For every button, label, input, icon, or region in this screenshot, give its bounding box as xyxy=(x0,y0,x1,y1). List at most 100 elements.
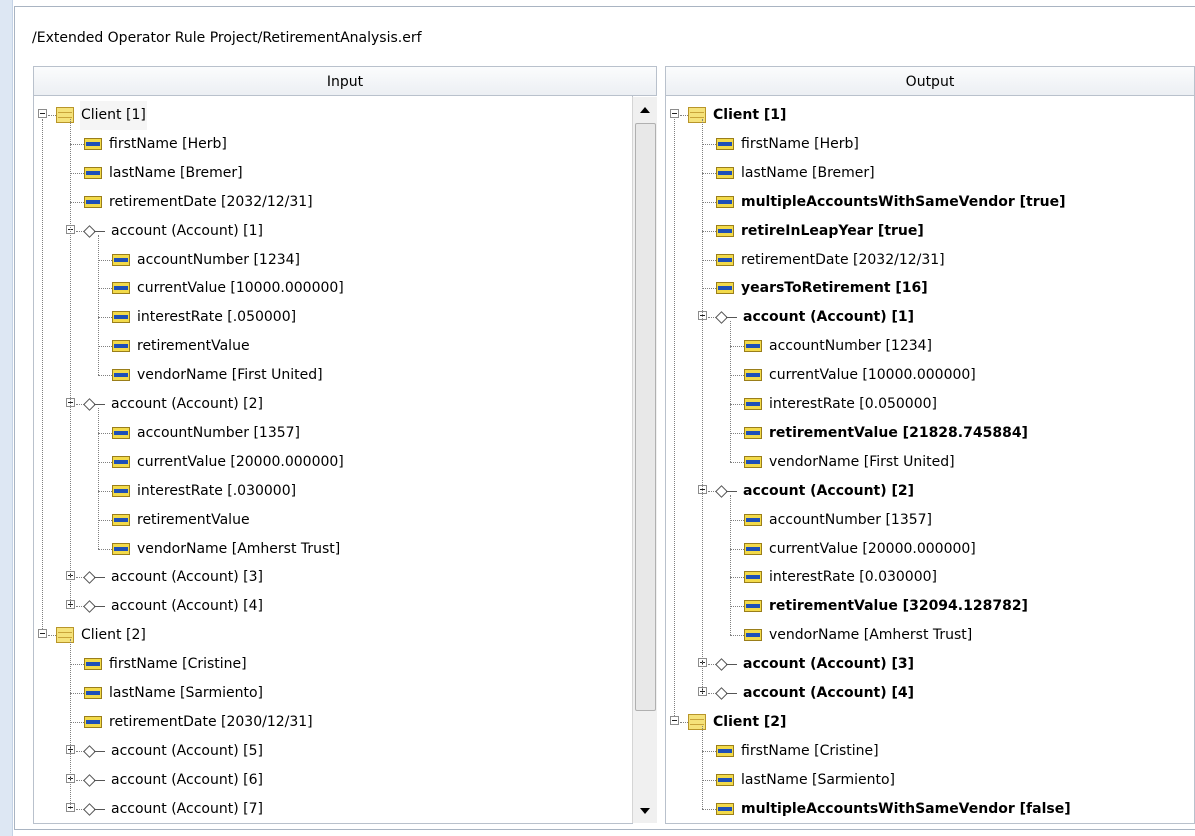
tree-node-label: account (Account) [2] xyxy=(111,396,263,412)
tree-row[interactable]: interestRate [0.030000] xyxy=(666,563,1194,592)
attribute-icon xyxy=(716,195,734,208)
collapse-icon[interactable] xyxy=(38,109,47,118)
tree-connector xyxy=(674,119,675,716)
association-icon xyxy=(83,570,106,585)
attribute-icon xyxy=(84,658,102,671)
tree-row[interactable]: retireInLeapYear [true] xyxy=(666,217,1194,246)
attribute-icon xyxy=(112,542,130,555)
tree-node-label: currentValue [20000.000000] xyxy=(769,540,976,557)
tree-connector xyxy=(730,577,744,579)
tree-row[interactable]: account (Account) [4] xyxy=(666,679,1194,708)
association-icon xyxy=(83,744,106,758)
tree-row[interactable]: retirementDate [2032/12/31] xyxy=(34,188,632,217)
tree-connector xyxy=(70,201,84,203)
tree-node-label: retirementDate [2032/12/31] xyxy=(741,251,945,268)
tree-connector xyxy=(48,635,56,637)
tree-row[interactable]: currentValue [20000.000000] xyxy=(666,535,1194,564)
tree-row[interactable]: account (Account) [6] xyxy=(34,766,632,795)
attribute-icon xyxy=(744,542,762,555)
scroll-thumb[interactable] xyxy=(635,123,656,711)
tree-row[interactable]: firstName [Herb] xyxy=(34,130,632,159)
tree-node-label: vendorName [Amherst Trust] xyxy=(137,540,341,557)
tree-row[interactable]: account (Account) [7] xyxy=(34,795,632,823)
tree-row[interactable]: account (Account) [3] xyxy=(666,650,1194,679)
tree-row[interactable]: account (Account) [4] xyxy=(34,592,632,621)
tree-row[interactable]: accountNumber [1234] xyxy=(666,332,1194,361)
tree-connector xyxy=(702,143,716,145)
tree-row[interactable]: lastName [Bremer] xyxy=(34,159,632,188)
tree-row[interactable]: retirementValue xyxy=(34,332,632,361)
output-tree[interactable]: Client [1] firstName [Herb] lastName [Brem… xyxy=(665,96,1195,824)
tree-row[interactable]: account (Account) [3] xyxy=(34,563,632,592)
tree-row[interactable]: retirementDate [2030/12/31] xyxy=(34,708,632,737)
tree-connector xyxy=(98,490,112,492)
attribute-icon xyxy=(716,744,734,757)
tree-row[interactable]: vendorName [Amherst Trust] xyxy=(34,535,632,564)
tree-node-label: account (Account) [7] xyxy=(111,800,263,817)
tree-row[interactable]: accountNumber [1357] xyxy=(34,419,632,448)
attribute-icon xyxy=(744,513,762,526)
tree-row[interactable]: lastName [Bremer] xyxy=(666,159,1194,188)
tree-row[interactable]: accountNumber [1234] xyxy=(34,246,632,275)
tree-row[interactable]: account (Account) [5] xyxy=(34,737,632,766)
collapse-icon[interactable] xyxy=(670,715,679,725)
tree-row[interactable]: interestRate [.030000] xyxy=(34,477,632,506)
tree-row[interactable]: retirementDate [2032/12/31] xyxy=(666,246,1194,275)
tree-row[interactable]: currentValue [10000.000000] xyxy=(34,274,632,303)
tree-row[interactable]: multipleAccountsWithSameVendor [false] xyxy=(666,795,1194,823)
tree-row[interactable]: account (Account) [2] xyxy=(34,390,632,419)
tree-connector xyxy=(680,115,688,116)
tree-row[interactable]: account (Account) [1] xyxy=(666,303,1194,332)
tree-node-label: account (Account) [1] xyxy=(743,309,915,326)
association-icon xyxy=(83,224,106,238)
tree-row[interactable]: multipleAccountsWithSameVendor [true] xyxy=(666,188,1194,217)
attribute-icon xyxy=(112,426,130,439)
tree-node-label: account (Account) [3] xyxy=(111,569,263,586)
tree-connector xyxy=(730,519,744,521)
collapse-icon[interactable] xyxy=(38,629,47,639)
tree-row[interactable]: currentValue [10000.000000] xyxy=(666,361,1194,390)
attribute-icon xyxy=(716,166,734,179)
scroll-up-button[interactable] xyxy=(633,100,657,120)
tree-row[interactable]: retirementValue [21828.745884] xyxy=(666,419,1194,448)
tree-row[interactable]: vendorName [First United] xyxy=(666,448,1194,477)
tree-row[interactable]: vendorName [Amherst Trust] xyxy=(666,621,1194,650)
tree-connector xyxy=(702,201,716,203)
input-scrollbar[interactable] xyxy=(632,97,657,823)
tree-row[interactable]: Client [2] xyxy=(666,708,1194,737)
tree-row[interactable]: interestRate [0.050000] xyxy=(666,390,1194,419)
collapse-icon[interactable] xyxy=(670,109,679,118)
tree-row[interactable]: currentValue [20000.000000] xyxy=(34,448,632,477)
scroll-down-button[interactable] xyxy=(633,801,657,821)
tree-node-label: account (Account) [4] xyxy=(111,598,263,615)
tree-node-label: currentValue [10000.000000] xyxy=(137,280,344,297)
tree-node-label: account (Account) [4] xyxy=(743,685,915,701)
tree-node-label: yearsToRetirement [16] xyxy=(741,280,928,297)
tree-row[interactable]: lastName [Sarmiento] xyxy=(666,766,1194,795)
tree-row[interactable]: account (Account) [1] xyxy=(34,217,632,246)
tree-row[interactable]: accountNumber [1357] xyxy=(666,506,1194,535)
attribute-icon xyxy=(716,253,734,266)
tree-row[interactable]: vendorName [First United] xyxy=(34,361,632,390)
tree-row[interactable]: Client [1] xyxy=(34,101,632,130)
tree-row[interactable]: account (Account) [2] xyxy=(666,477,1194,506)
tree-row[interactable]: Client [2] xyxy=(34,621,632,650)
tree-node-label: lastName [Sarmiento] xyxy=(741,771,895,788)
tree-row[interactable]: Client [1] xyxy=(666,101,1194,130)
tree-row[interactable]: interestRate [.050000] xyxy=(34,303,632,332)
input-tree[interactable]: Client [1] firstName [Herb] lastName [Brem… xyxy=(33,96,633,824)
tree-node-label: interestRate [0.030000] xyxy=(769,569,937,586)
tree-row[interactable]: firstName [Cristine] xyxy=(666,737,1194,766)
entity-folder-icon xyxy=(56,107,74,123)
tree-row[interactable]: retirementValue [32094.128782] xyxy=(666,592,1194,621)
tree-row[interactable]: retirementValue xyxy=(34,506,632,535)
tree-node-label: retirementDate [2032/12/31] xyxy=(109,193,313,210)
tree-node-label: account (Account) [2] xyxy=(743,482,915,499)
tree-row[interactable]: lastName [Sarmiento] xyxy=(34,679,632,708)
tree-node-label: multipleAccountsWithSameVendor [false] xyxy=(741,800,1071,817)
attribute-icon xyxy=(716,802,734,815)
tree-row[interactable]: firstName [Herb] xyxy=(666,130,1194,159)
tree-row[interactable]: firstName [Cristine] xyxy=(34,650,632,679)
tree-node-label: accountNumber [1234] xyxy=(137,251,301,268)
tree-row[interactable]: yearsToRetirement [16] xyxy=(666,274,1194,303)
